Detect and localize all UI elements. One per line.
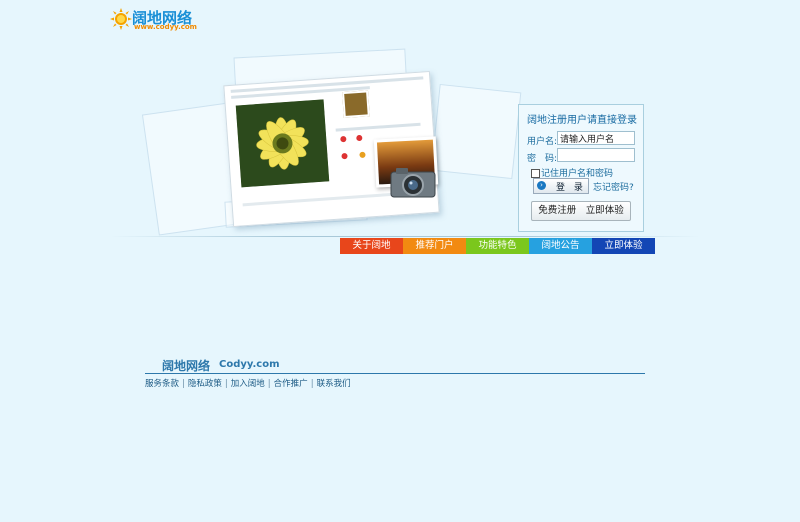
footer-links: 服务条款 | 隐私政策 | 加入阔地 | 合作推广 | 联系我们 — [145, 377, 351, 389]
link-separator: | — [182, 379, 185, 389]
link-separator: | — [224, 379, 228, 389]
footer-divider — [145, 373, 645, 374]
username-input[interactable] — [557, 131, 635, 145]
sun-logo-icon — [110, 8, 132, 30]
register-button[interactable]: 免费注册 立即体验 — [531, 201, 631, 221]
ghost-calendar — [430, 83, 522, 180]
forgot-password-link[interactable]: 忘记密码? — [593, 180, 634, 193]
login-title: 阔地注册用户请直接登录 — [527, 115, 637, 126]
nav-features[interactable]: 功能特色 — [466, 238, 529, 254]
flower-image — [235, 99, 330, 188]
camera-icon — [390, 168, 436, 198]
site-logo[interactable]: 阔地网络 www.codyy.com — [110, 6, 200, 32]
password-input[interactable] — [557, 148, 635, 162]
footer-link-partner[interactable]: 合作推广 — [274, 379, 308, 389]
login-button-label: 登 录 — [556, 183, 586, 193]
arrow-right-icon: › — [537, 181, 546, 190]
marker-dot — [341, 152, 348, 160]
link-separator: | — [267, 379, 271, 389]
footer-link-join[interactable]: 加入阔地 — [231, 379, 265, 389]
password-label: 密 码: — [527, 154, 558, 164]
link-separator: | — [310, 379, 314, 389]
footer-link-privacy[interactable]: 隐私政策 — [188, 379, 222, 389]
nav-try-now[interactable]: 立即体验 — [592, 238, 655, 254]
remember-checkbox[interactable] — [531, 169, 540, 178]
username-label: 用户名: — [527, 137, 558, 147]
nav-portals[interactable]: 推荐门户 — [403, 238, 466, 254]
small-thumbnail — [342, 90, 370, 119]
flower-photo — [235, 99, 330, 188]
footer-link-contact[interactable]: 联系我们 — [317, 379, 351, 389]
nav-about[interactable]: 关于阔地 — [340, 238, 403, 254]
marker-dot — [340, 135, 347, 143]
footer-link-terms[interactable]: 服务条款 — [145, 379, 179, 389]
divider — [110, 236, 700, 237]
footer-logo: 阔地网络 — [162, 359, 211, 373]
marker-dot — [356, 134, 363, 142]
nav-announcements[interactable]: 阔地公告 — [529, 238, 592, 254]
login-panel: 阔地注册用户请直接登录 用户名: 密 码: 记住用户名和密码 › 登 录 忘记密… — [518, 104, 644, 232]
footer-domain: Codyy.com — [219, 359, 280, 370]
login-button[interactable]: › 登 录 — [533, 178, 589, 194]
logo-subtitle: www.codyy.com — [134, 23, 197, 31]
main-nav: 关于阔地 推荐门户 功能特色 阔地公告 立即体验 — [340, 238, 655, 254]
marker-dot — [359, 151, 366, 159]
screenshot-bar — [335, 122, 421, 132]
hero-collage — [140, 48, 522, 243]
